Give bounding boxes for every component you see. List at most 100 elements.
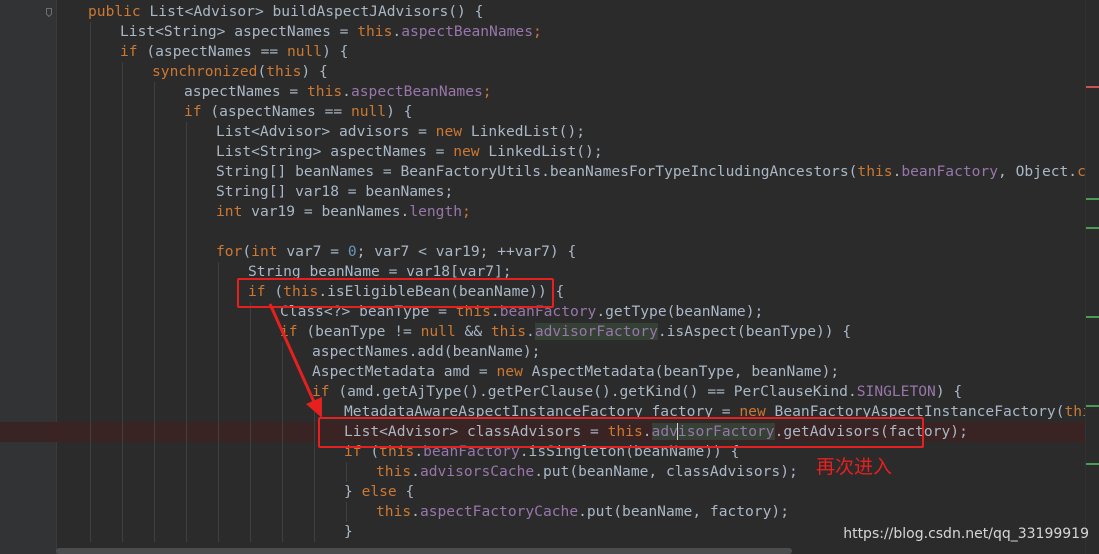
code-token: ) { <box>322 43 349 60</box>
indent-guide <box>122 242 123 262</box>
code-token: (aspectNames == <box>146 43 287 60</box>
code-line[interactable]: List<String> aspectNames = new LinkedLis… <box>0 142 1086 162</box>
code-token: .isAspect(beanType)) { <box>657 323 852 340</box>
error-stripe-mark[interactable] <box>1086 86 1099 88</box>
code-token: String[] var18 = beanNames; <box>216 183 454 200</box>
code-text[interactable]: synchronized(this) { <box>152 62 328 82</box>
code-line[interactable]: String[] var18 = beanNames; <box>0 182 1086 202</box>
indent-guide <box>314 462 315 482</box>
horizontal-scrollbar[interactable] <box>56 548 792 554</box>
code-line[interactable]: this.advisorsCache.put(beanName, classAd… <box>0 462 1086 482</box>
code-token: AspectMetadata amd = <box>312 363 497 380</box>
indent-guide <box>122 482 123 502</box>
code-line[interactable]: List<Advisor> advisors = new LinkedList(… <box>0 122 1086 142</box>
code-line[interactable]: if (aspectNames == null) { <box>0 42 1086 62</box>
indent-guide <box>282 342 283 362</box>
code-text[interactable]: public List<Advisor> buildAspectJAdvisor… <box>88 2 483 22</box>
indent-guide <box>154 502 155 522</box>
indent-guide <box>154 102 155 122</box>
code-token: aspectNames = <box>184 83 308 100</box>
error-stripe[interactable] <box>1085 0 1099 554</box>
code-token: } <box>344 523 353 540</box>
indent-guide <box>218 322 219 342</box>
code-line[interactable]: synchronized(this) { <box>0 62 1086 82</box>
error-stripe-mark[interactable] <box>1086 463 1099 465</box>
code-token: . <box>526 323 535 340</box>
code-token: SINGLETON <box>856 383 936 400</box>
indent-guide <box>122 502 123 522</box>
code-line[interactable]: if (beanType != null && this.advisorFact… <box>0 322 1086 342</box>
code-line[interactable]: String[] beanNames = BeanFactoryUtils.be… <box>0 162 1086 182</box>
indent-guide <box>282 422 283 442</box>
code-text[interactable]: if (aspectNames == null) { <box>184 102 412 122</box>
code-text[interactable]: List<Advisor> advisors = new LinkedList(… <box>216 122 585 142</box>
code-text[interactable]: if (amd.getAjType().getPerClause().getKi… <box>312 382 962 402</box>
code-token: var7 = <box>286 243 348 260</box>
indent-guide <box>186 342 187 362</box>
code-line[interactable]: aspectNames.add(beanName); <box>0 342 1086 362</box>
code-text[interactable]: String[] var18 = beanNames; <box>216 182 453 202</box>
error-stripe-mark[interactable] <box>1086 227 1099 229</box>
indent-guide <box>90 322 91 342</box>
code-text[interactable]: AspectMetadata amd = new AspectMetadata(… <box>312 362 839 382</box>
code-area[interactable]: public List<Advisor> buildAspectJAdvisor… <box>0 0 1086 554</box>
code-text[interactable]: if (aspectNames == null) { <box>120 42 348 62</box>
indent-guide <box>218 482 219 502</box>
code-text[interactable]: String[] beanNames = BeanFactoryUtils.be… <box>216 162 1086 182</box>
code-text[interactable]: aspectNames.add(beanName); <box>312 342 540 362</box>
error-stripe-mark[interactable] <box>1086 198 1099 200</box>
code-line[interactable]: for(int var7 = 0; var7 < var19; ++var7) … <box>0 242 1086 262</box>
code-token: public <box>88 3 150 20</box>
indent-guide <box>122 462 123 482</box>
code-token: aspectFactoryCache <box>419 503 579 520</box>
code-token: advisorFactory <box>534 323 658 340</box>
code-text[interactable]: if (beanType != null && this.advisorFact… <box>280 322 851 342</box>
code-text[interactable]: } <box>344 522 353 542</box>
code-token: 0 <box>347 243 357 260</box>
code-text[interactable]: this.advisorsCache.put(beanName, classAd… <box>376 462 798 482</box>
code-line[interactable]: int var19 = beanNames.length; <box>0 202 1086 222</box>
code-token: ) { <box>301 63 328 80</box>
indent-guide <box>154 122 155 142</box>
indent-guide <box>90 182 91 202</box>
code-line[interactable]: AspectMetadata amd = new AspectMetadata(… <box>0 362 1086 382</box>
code-editor[interactable]: public List<Advisor> buildAspectJAdvisor… <box>0 0 1099 554</box>
code-line[interactable]: if (amd.getAjType().getPerClause().getKi… <box>0 382 1086 402</box>
error-stripe-mark[interactable] <box>1086 316 1099 318</box>
code-text[interactable]: List<String> aspectNames = new LinkedLis… <box>216 142 603 162</box>
indent-guide <box>186 262 187 282</box>
highlight-box-get-advisors <box>318 417 924 448</box>
code-token: this <box>490 323 527 340</box>
indent-guide <box>186 222 187 242</box>
code-text[interactable]: aspectNames = this.aspectBeanNames; <box>184 82 492 102</box>
code-line[interactable]: aspectNames = this.aspectBeanNames; <box>0 82 1086 102</box>
indent-guide <box>90 22 91 42</box>
indent-guide <box>250 402 251 422</box>
code-text[interactable]: } else { <box>344 482 414 502</box>
indent-guide <box>186 242 187 262</box>
code-line[interactable]: this.aspectFactoryCache.put(beanName, fa… <box>0 502 1086 522</box>
error-stripe-mark[interactable] <box>1086 405 1099 407</box>
indent-guide <box>154 282 155 302</box>
code-token: { <box>405 483 415 500</box>
indent-guide <box>154 162 155 182</box>
indent-guide <box>90 502 91 522</box>
code-line[interactable]: public List<Advisor> buildAspectJAdvisor… <box>0 2 1086 22</box>
indent-guide <box>314 402 315 422</box>
code-text[interactable]: List<String> aspectNames = this.aspectBe… <box>120 22 542 42</box>
code-token: List<Advisor> advisors = <box>216 123 436 140</box>
code-line[interactable]: List<String> aspectNames = this.aspectBe… <box>0 22 1086 42</box>
code-line[interactable]: } else { <box>0 482 1086 502</box>
indent-guide <box>186 182 187 202</box>
code-token: else <box>361 483 406 500</box>
code-token: if <box>312 383 339 400</box>
code-token: advisorsCache <box>419 463 535 480</box>
indent-guide <box>186 462 187 482</box>
code-token: , Object. <box>998 163 1078 180</box>
code-line[interactable]: if (aspectNames == null) { <box>0 102 1086 122</box>
code-text[interactable]: for(int var7 = 0; var7 < var19; ++var7) … <box>216 242 576 262</box>
indent-guide <box>90 462 91 482</box>
code-line[interactable] <box>0 222 1086 242</box>
code-text[interactable]: int var19 = beanNames.length; <box>216 202 471 222</box>
code-text[interactable]: this.aspectFactoryCache.put(beanName, fa… <box>376 502 789 522</box>
